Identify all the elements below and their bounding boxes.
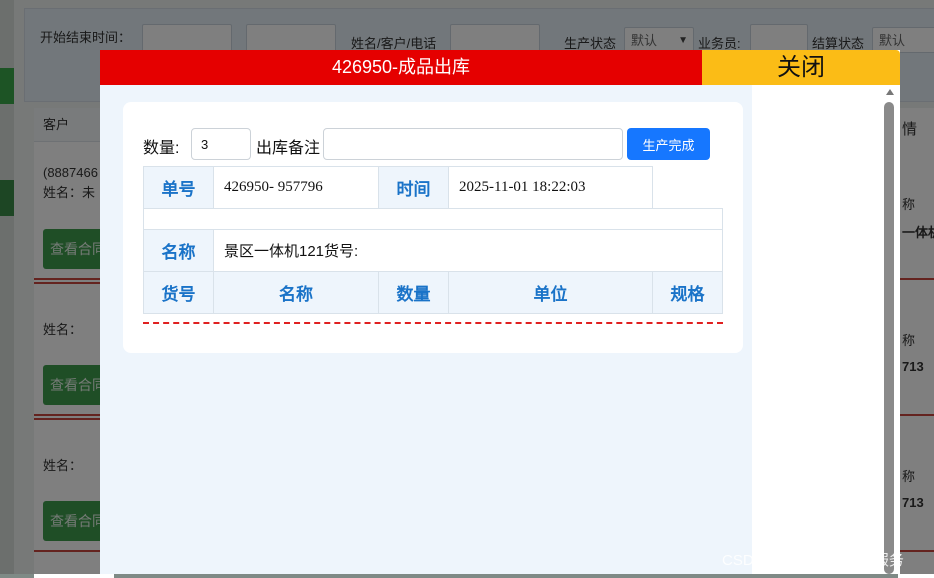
- col-header-name: 名称: [213, 271, 379, 314]
- col-header-sku: 货号: [143, 271, 214, 314]
- time-label: 时间: [378, 166, 449, 209]
- spacer-row: [143, 208, 723, 230]
- production-complete-button[interactable]: 生产完成: [627, 128, 710, 160]
- outbound-note-label: 出库备注: [256, 140, 321, 157]
- outbound-note-input[interactable]: [323, 128, 623, 160]
- quantity-input[interactable]: [191, 128, 251, 160]
- col-header-spec: 规格: [652, 271, 723, 314]
- col-header-quantity: 数量: [378, 271, 449, 314]
- order-no-label: 单号: [143, 166, 214, 209]
- close-button[interactable]: 关闭: [702, 50, 900, 85]
- scroll-up-arrow-icon[interactable]: [886, 89, 894, 95]
- time-value: 2025-11-01 18:22:03: [448, 166, 653, 209]
- modal-title: 426950-成品出库: [100, 50, 702, 85]
- name-label: 名称: [143, 229, 214, 272]
- col-header-unit: 单位: [448, 271, 653, 314]
- outbound-modal: 426950-成品出库 关闭 数量: 出库备注 生产完成 单号 426950- …: [100, 50, 900, 574]
- order-no-value: 426950- 957796: [213, 166, 379, 209]
- dashed-separator: [143, 322, 723, 324]
- scrollbar-thumb[interactable]: [884, 102, 894, 574]
- modal-scrollbar[interactable]: [882, 85, 898, 574]
- watermark: CSDN @未来之窗软件服务: [722, 552, 904, 569]
- outbound-card: 数量: 出库备注 生产完成 单号 426950- 957796 时间 2025-…: [123, 102, 743, 353]
- name-value: 景区一体机121货号:: [213, 229, 723, 272]
- modal-body: 数量: 出库备注 生产完成 单号 426950- 957796 时间 2025-…: [100, 85, 752, 574]
- quantity-label: 数量:: [143, 140, 180, 157]
